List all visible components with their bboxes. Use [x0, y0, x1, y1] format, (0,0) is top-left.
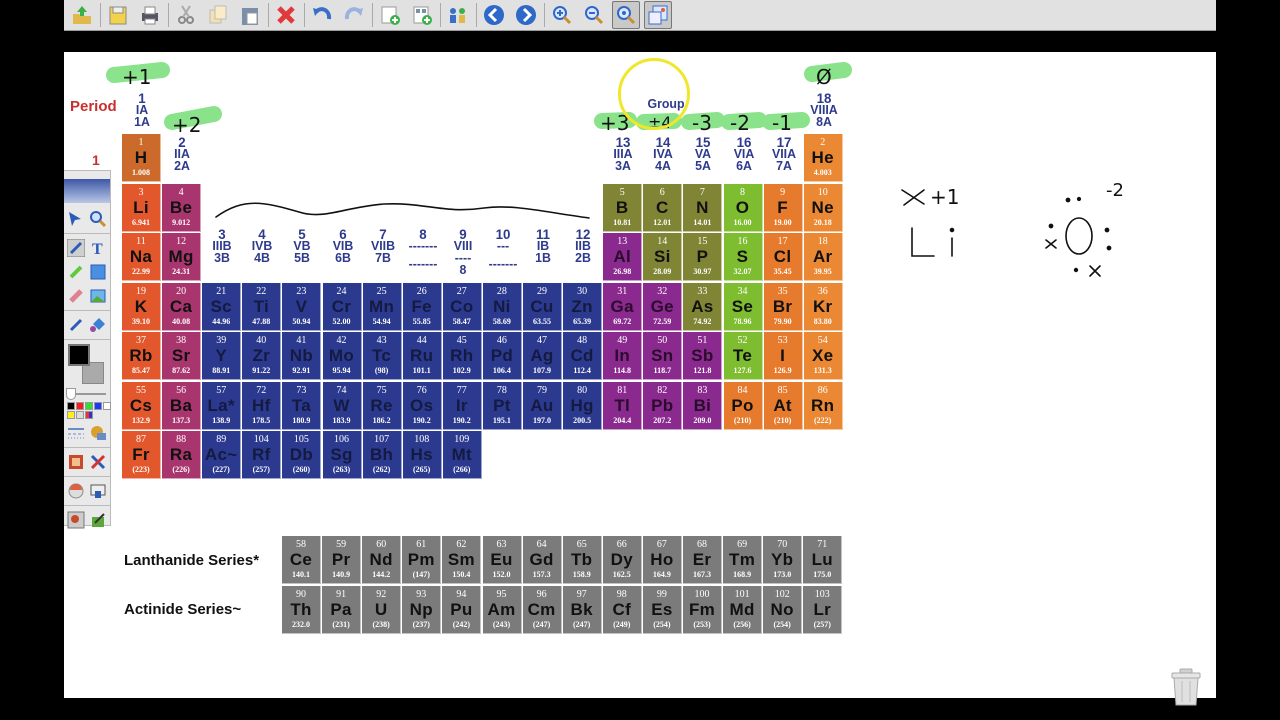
zoom-tool-icon[interactable]: [89, 210, 107, 228]
group1-charge-text: +1: [122, 65, 151, 89]
printer-icon: [142, 6, 158, 25]
scissors-icon: [178, 5, 194, 24]
main-toolbar: [64, 0, 1216, 31]
clear-ink-icon[interactable]: [89, 453, 107, 471]
right-arrow-circle-icon: [516, 5, 536, 25]
red-x-icon: [277, 6, 295, 24]
delete-button[interactable]: [272, 1, 300, 29]
print-button[interactable]: [136, 1, 164, 29]
toolbar-separator: [372, 3, 373, 27]
display-mode-button[interactable]: [644, 1, 672, 29]
toolbar-separator: [544, 3, 545, 27]
add-page-button[interactable]: [376, 1, 404, 29]
li-charge-text: +1: [930, 185, 959, 209]
foreground-color-swatch[interactable]: [68, 344, 90, 366]
toolbar-separator: [268, 3, 269, 27]
color-swatch[interactable]: [94, 402, 102, 410]
fill-bucket-icon[interactable]: [89, 316, 107, 334]
cursor-highlight-ring: [618, 58, 690, 130]
floppy-disk-icon: [109, 6, 127, 25]
svg-text:T: T: [92, 241, 103, 257]
eraser-tool-icon[interactable]: [67, 287, 85, 305]
group15-charge-text: -3: [692, 111, 712, 135]
magnifier-plus-icon: [553, 6, 572, 25]
undo-button[interactable]: [308, 1, 336, 29]
redo-button[interactable]: [340, 1, 368, 29]
color-swatches: [64, 400, 111, 421]
blank-page-plus-icon: [381, 6, 400, 25]
magnifier-minus-icon: [585, 6, 604, 25]
participants-button[interactable]: [444, 1, 472, 29]
color-swatch[interactable]: [76, 411, 84, 419]
toolbar-separator: [168, 3, 169, 27]
trash-can-icon[interactable]: [1170, 668, 1202, 706]
folder-up-icon: [73, 6, 91, 24]
shape-tool-icon[interactable]: [89, 263, 107, 281]
text-tool-icon[interactable]: T: [89, 239, 107, 257]
whiteboard-canvas[interactable]: Period 1 1 IA 1A 2 IIA 2A 3 IIIB 3B 4 IVB 4B 5 VB 5B 6 V…: [64, 52, 1216, 698]
copy-icon: [209, 5, 227, 24]
color-swatch[interactable]: [85, 402, 93, 410]
eyedropper-icon[interactable]: [67, 316, 85, 334]
zoom-fit-button[interactable]: [612, 1, 640, 29]
left-arrow-circle-icon: [484, 5, 504, 25]
projector-icon[interactable]: [89, 482, 107, 500]
add-page-template-button[interactable]: [408, 1, 436, 29]
zoom-out-button[interactable]: [580, 1, 608, 29]
bracket-curve: [215, 202, 590, 219]
paste-button[interactable]: [236, 1, 264, 29]
select-arrow-icon[interactable]: [67, 210, 85, 228]
line-style-icon[interactable]: [67, 424, 85, 442]
li-L: [911, 227, 935, 257]
group17-charge-text: -1: [772, 111, 792, 135]
li-electron-x: [901, 189, 925, 206]
windows-icon: [648, 5, 668, 25]
color-swatch[interactable]: [85, 411, 93, 419]
people-icon: [450, 8, 465, 23]
insert-page-icon[interactable]: [67, 511, 85, 529]
zoom-in-button[interactable]: [548, 1, 576, 29]
grid-page-plus-icon: [413, 6, 432, 25]
toolbar-separator: [100, 3, 101, 27]
oxygen-O: [1065, 217, 1093, 255]
handwriting-layer: +1 +2 +3 ±4 -3 -2 -1 Ø +1 -2: [106, 62, 1124, 277]
clipboard-icon: [242, 8, 258, 25]
color-swatch[interactable]: [103, 402, 111, 410]
o-charge-text: -2: [1106, 180, 1124, 201]
magnifier-fit-icon: [617, 6, 636, 25]
color-swatch[interactable]: [76, 402, 84, 410]
cut-button[interactable]: [172, 1, 200, 29]
palette-header-pen-icon[interactable]: [64, 179, 110, 203]
save-button[interactable]: [104, 1, 132, 29]
next-page-button[interactable]: [512, 1, 540, 29]
screenshot-icon[interactable]: [67, 453, 85, 471]
o-x1: [1045, 239, 1057, 249]
toolbar-separator: [476, 3, 477, 27]
open-file-button[interactable]: [68, 1, 96, 29]
toolbar-separator: [440, 3, 441, 27]
pen-tool-icon[interactable]: [67, 239, 85, 257]
undo-arrow-icon: [313, 7, 332, 20]
layer-icon[interactable]: [89, 424, 107, 442]
previous-page-button[interactable]: [480, 1, 508, 29]
group2-charge-text: +2: [172, 113, 201, 137]
copy-button[interactable]: [204, 1, 232, 29]
color-swatch[interactable]: [67, 402, 75, 410]
record-icon[interactable]: [67, 482, 85, 500]
toolbar-separator: [304, 3, 305, 27]
tool-palette: T: [64, 170, 111, 529]
o-x2: [1089, 265, 1101, 277]
image-tool-icon[interactable]: [89, 287, 107, 305]
highlighter-tool-icon[interactable]: [67, 263, 85, 281]
edit-page-icon[interactable]: [89, 511, 107, 529]
line-width-slider[interactable]: [64, 388, 110, 400]
group18-charge-text: Ø: [816, 65, 832, 89]
color-swatch[interactable]: [67, 411, 75, 419]
group16-charge-text: -2: [730, 111, 750, 135]
redo-arrow-icon: [344, 7, 363, 20]
ink-strokes: [215, 189, 1112, 277]
